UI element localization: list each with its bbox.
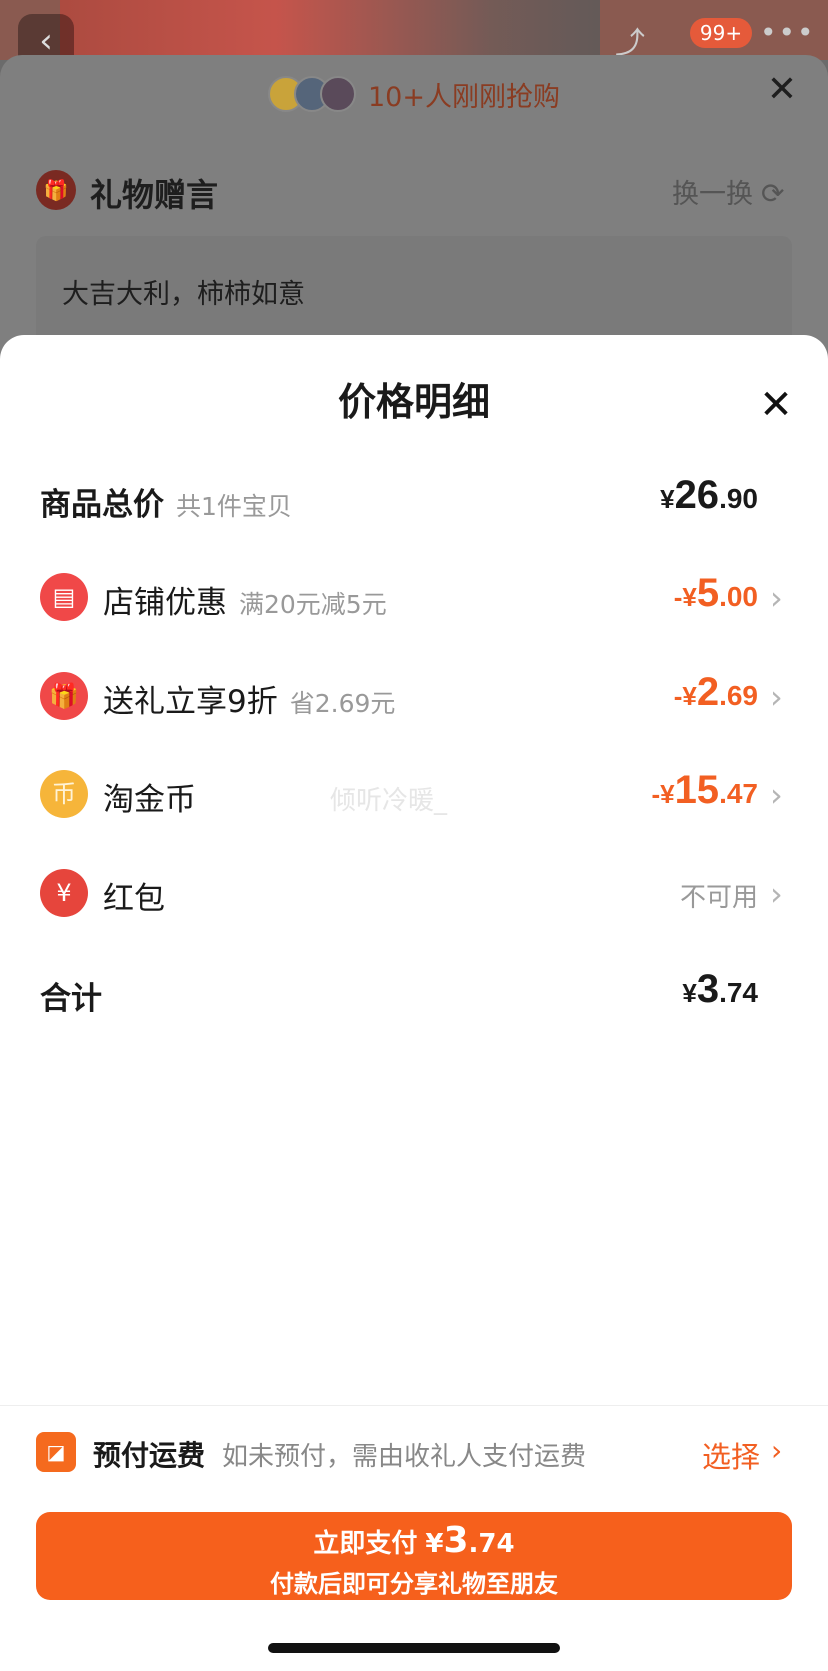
discount-amount: -¥5.00	[673, 571, 758, 615]
home-indicator[interactable]	[268, 1643, 560, 1653]
shop-icon: ▤	[40, 573, 88, 621]
back-icon[interactable]: ‹	[18, 14, 74, 60]
select-shipping-button[interactable]: 选择	[702, 1434, 760, 1476]
red-packet-icon: ¥	[40, 869, 88, 917]
chevron-right-icon: ›	[771, 1434, 783, 1467]
discount-label: 淘金币	[103, 782, 196, 818]
recent-buyers-text: 10+人刚刚抢购	[368, 81, 560, 113]
more-icon[interactable]: •••	[760, 16, 816, 49]
chevron-right-icon: ›	[770, 678, 783, 716]
red-packet-status: 不可用	[679, 883, 758, 913]
chevron-right-icon: ›	[770, 579, 783, 617]
shipping-box-icon: ◪	[36, 1432, 76, 1472]
discount-label: 店铺优惠 满20元减5元	[103, 585, 387, 621]
red-packet-label: 红包	[103, 881, 165, 917]
goods-total-row: 商品总价 共1件宝贝 ¥26.90	[0, 469, 828, 529]
discount-amount: -¥2.69	[673, 670, 758, 714]
watermark: 倾听冷暖_	[330, 786, 448, 816]
prepaid-shipping-bar[interactable]: ◪ 预付运费 如未预付，需由收礼人支付运费 选择 ›	[0, 1405, 828, 1497]
chevron-right-icon: ›	[770, 875, 783, 913]
close-icon[interactable]: ✕	[754, 383, 798, 427]
sheet-title: 价格明细	[337, 380, 490, 424]
gift-icon: 🎁	[40, 672, 88, 720]
gift-icon: 🎁	[36, 170, 76, 210]
shop-discount-row[interactable]: ▤ 店铺优惠 满20元减5元 -¥5.00 ›	[0, 567, 828, 627]
swap-label: 换一换	[672, 179, 753, 210]
total-price: ¥3.74	[682, 967, 758, 1011]
swap-message-button[interactable]: 换一换 ⟳	[672, 172, 784, 211]
total-label: 合计	[40, 981, 102, 1017]
recent-buyers: 10+人刚刚抢购	[268, 74, 560, 114]
pay-now-button[interactable]: 立即支付 ¥3.74 付款后即可分享礼物至朋友	[36, 1512, 792, 1600]
discount-amount: -¥15.47	[651, 768, 758, 812]
prepaid-shipping-title: 预付运费	[93, 1439, 206, 1472]
goods-total-price: ¥26.90	[660, 473, 758, 517]
avatar	[320, 76, 356, 112]
total-row: 合计 ¥3.74	[0, 963, 828, 1023]
refresh-icon: ⟳	[761, 177, 785, 210]
chevron-right-icon: ›	[770, 776, 783, 814]
close-icon[interactable]: ✕	[762, 70, 802, 110]
share-icon[interactable]: ⤴	[600, 18, 660, 60]
pay-now-label: 立即支付 ¥3.74	[313, 1520, 515, 1561]
coin-discount-row[interactable]: 币 淘金币 倾听冷暖_ -¥15.47 ›	[0, 764, 828, 824]
coin-icon: 币	[40, 770, 88, 818]
discount-label: 送礼立享9折 省2.69元	[103, 684, 396, 720]
goods-count: 共1件宝贝	[176, 492, 292, 521]
prepaid-shipping-desc: 如未预付，需由收礼人支付运费	[222, 1442, 587, 1472]
message-count-badge[interactable]: 99+	[690, 18, 752, 48]
red-packet-row[interactable]: ¥ 红包 不可用 ›	[0, 863, 828, 923]
pay-now-note: 付款后即可分享礼物至朋友	[270, 1570, 558, 1598]
app-header: ‹ ⤴ 99+ •••	[0, 0, 828, 60]
gift-discount-row[interactable]: 🎁 送礼立享9折 省2.69元 -¥2.69 ›	[0, 666, 828, 726]
gift-message-text: 大吉大利，柿柿如意	[62, 279, 305, 310]
product-banner	[60, 0, 600, 60]
goods-total-label: 商品总价 共1件宝贝	[40, 487, 292, 523]
gift-message-title: 礼物赠言	[90, 176, 219, 214]
